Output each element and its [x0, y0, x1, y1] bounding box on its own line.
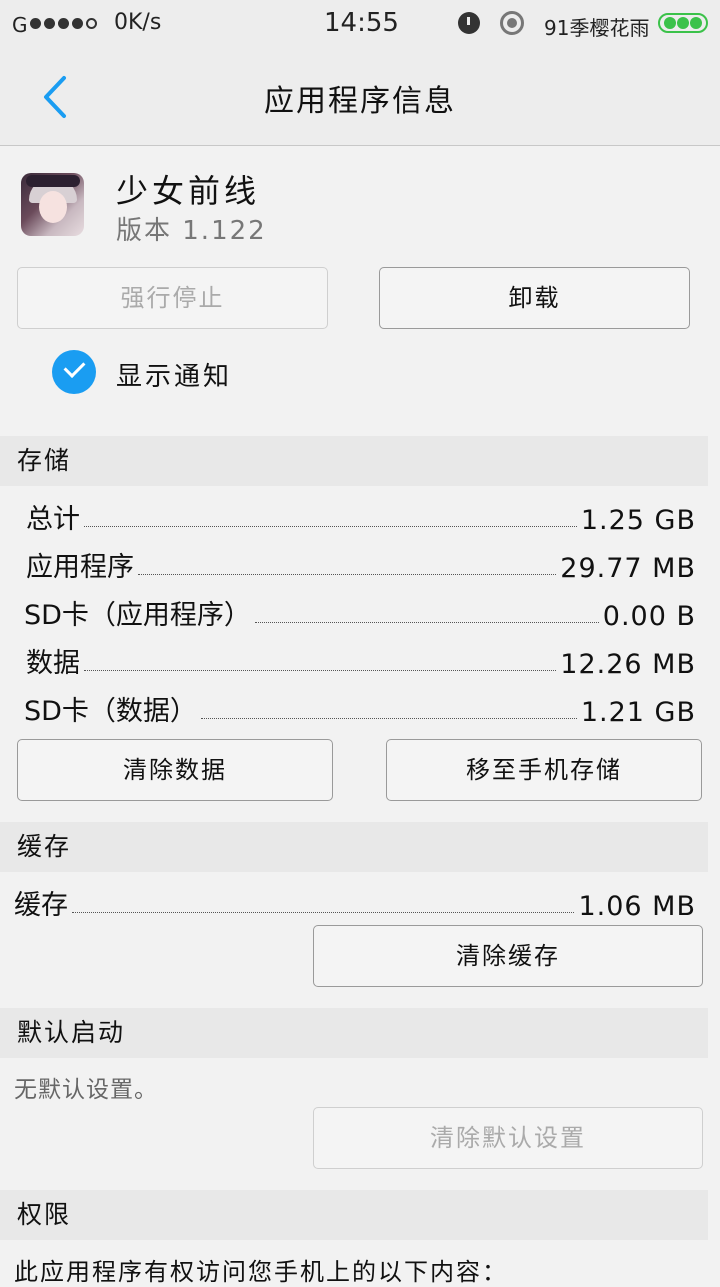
signal-icon: [30, 18, 97, 29]
battery-icon: [658, 13, 708, 33]
storage-row-total: 总计 1.25 GB: [26, 496, 696, 536]
storage-row-sd-app: SD卡（应用程序） 0.00 B: [24, 592, 696, 632]
storage-row-sd-data: SD卡（数据） 1.21 GB: [24, 688, 696, 728]
page-title: 应用程序信息: [264, 84, 456, 119]
storage-value: 12.26 MB: [560, 649, 696, 680]
storage-label: SD卡（数据）: [24, 696, 197, 727]
clear-cache-button[interactable]: 清除缓存: [313, 925, 703, 987]
force-stop-button[interactable]: 强行停止: [17, 267, 328, 329]
storage-row-data: 数据 12.26 MB: [26, 640, 696, 680]
permissions-description: 此应用程序有权访问您手机上的以下内容：: [14, 1258, 508, 1286]
storage-label: 数据: [26, 648, 80, 679]
storage-label: 应用程序: [26, 552, 134, 583]
clear-data-button[interactable]: 清除数据: [17, 739, 333, 801]
cache-value: 1.06 MB: [578, 891, 696, 922]
location-icon: [500, 11, 524, 35]
network-speed: 0K/s: [114, 10, 162, 35]
storage-value: 1.21 GB: [580, 697, 696, 728]
storage-label: SD卡（应用程序）: [24, 600, 251, 631]
permissions-section-header: 权限: [0, 1190, 708, 1240]
move-to-phone-button[interactable]: 移至手机存储: [386, 739, 702, 801]
default-launch-section-header: 默认启动: [0, 1008, 708, 1058]
storage-value: 29.77 MB: [560, 553, 696, 584]
show-notification-label: 显示通知: [116, 362, 233, 392]
app-name: 少女前线: [116, 172, 261, 210]
network-name: 91季樱花雨: [544, 16, 650, 40]
storage-value: 0.00 B: [602, 601, 696, 632]
storage-section-header: 存储: [0, 436, 708, 486]
clear-defaults-button[interactable]: 清除默认设置: [313, 1107, 703, 1169]
uninstall-button[interactable]: 卸载: [379, 267, 690, 329]
status-bar: G 0K/s 14:55 91季樱花雨: [0, 0, 720, 48]
show-notification-checkbox[interactable]: [52, 350, 96, 394]
carrier-label: G: [12, 13, 28, 37]
clock: 14:55: [324, 8, 399, 38]
storage-row-app: 应用程序 29.77 MB: [26, 544, 696, 584]
storage-label: 总计: [26, 504, 80, 535]
storage-value: 1.25 GB: [580, 505, 696, 536]
cache-label: 缓存: [14, 890, 68, 921]
app-icon: [21, 173, 84, 236]
no-defaults-note: 无默认设置。: [14, 1077, 158, 1103]
title-bar: 应用程序信息: [0, 48, 720, 146]
alarm-icon: [458, 12, 480, 34]
app-version: 版本 1.122: [116, 216, 267, 246]
cache-row: 缓存 1.06 MB: [14, 882, 696, 922]
cache-section-header: 缓存: [0, 822, 708, 872]
